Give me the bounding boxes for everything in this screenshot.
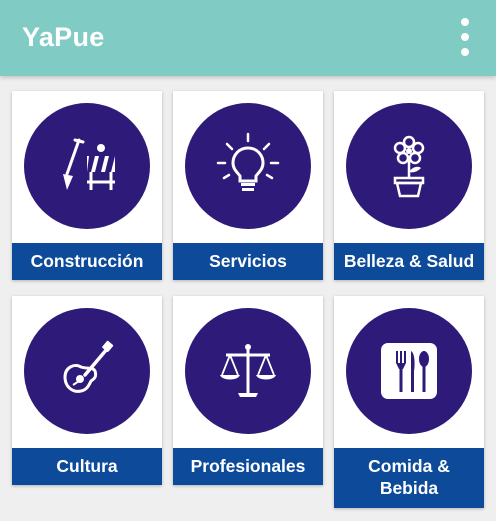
category-label: Profesionales	[173, 448, 323, 485]
lightbulb-icon	[216, 132, 280, 191]
category-label: Comida & Bebida	[334, 448, 484, 508]
category-label: Servicios	[173, 243, 323, 280]
category-icon-circle	[185, 103, 311, 229]
category-icon-circle	[24, 308, 150, 434]
category-icon-circle	[185, 308, 311, 434]
scales-icon	[220, 344, 276, 397]
more-vertical-icon-dot-3	[461, 48, 469, 56]
app-bar: YaPue	[0, 0, 496, 76]
category-label: Belleza & Salud	[334, 243, 484, 280]
flower-pot-icon	[393, 135, 425, 198]
more-options-button[interactable]	[454, 18, 476, 56]
category-icon-circle	[24, 103, 150, 229]
category-label: Cultura	[12, 448, 162, 485]
category-tile-profesionales[interactable]: Profesionales	[173, 296, 323, 485]
app-title: YaPue	[22, 22, 105, 52]
category-icon-circle	[346, 308, 472, 434]
category-tile-servicios[interactable]: Servicios	[173, 91, 323, 280]
construction-icon	[63, 138, 115, 190]
more-vertical-icon-dot-2	[461, 33, 469, 41]
more-vertical-icon	[461, 18, 469, 26]
category-tile-construccion[interactable]: Construcción	[12, 91, 162, 280]
cutlery-icon	[381, 343, 437, 399]
category-tile-belleza-salud[interactable]: Belleza & Salud	[334, 91, 484, 280]
category-tile-comida-bebida[interactable]: Comida & Bebida	[334, 296, 484, 508]
category-tile-cultura[interactable]: Cultura	[12, 296, 162, 485]
guitar-icon	[63, 340, 114, 393]
category-icon-circle	[346, 103, 472, 229]
category-label: Construcción	[12, 243, 162, 280]
